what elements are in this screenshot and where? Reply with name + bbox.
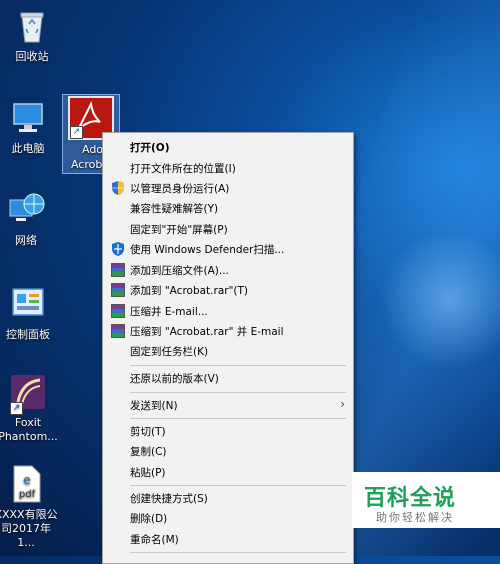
- menu-item-add-to-acrobat-rar[interactable]: 添加到 "Acrobat.rar"(T): [103, 280, 353, 300]
- context-menu: 打开(O) 打开文件所在的位置(I) 以管理员身份运行(A) 兼容性疑难解答(Y…: [102, 132, 354, 564]
- foxit-logo-icon: ↗: [8, 372, 48, 415]
- menu-separator: [130, 392, 346, 393]
- uac-shield-icon: [112, 181, 124, 195]
- desktop-icon-label: 回收站: [15, 50, 49, 63]
- desktop-icon-foxit-phantom[interactable]: ↗ Foxit Phantom...: [0, 372, 60, 444]
- menu-item-restore-previous-versions[interactable]: 还原以前的版本(V): [103, 368, 353, 388]
- winrar-icon: [111, 304, 125, 318]
- menu-item-paste[interactable]: 粘贴(P): [103, 462, 353, 482]
- menu-separator: [130, 365, 346, 366]
- menu-separator: [130, 485, 346, 486]
- chevron-right-icon: ›: [340, 397, 345, 411]
- menu-item-compress-to-rar-and-email[interactable]: 压缩到 "Acrobat.rar" 并 E-mail: [103, 321, 353, 341]
- menu-item-compat-troubleshoot[interactable]: 兼容性疑难解答(Y): [103, 198, 353, 218]
- menu-item-pin-to-start[interactable]: 固定到"开始"屏幕(P): [103, 219, 353, 239]
- computer-icon: [8, 98, 48, 138]
- menu-item-add-to-archive[interactable]: 添加到压缩文件(A)...: [103, 260, 353, 280]
- menu-item-create-shortcut[interactable]: 创建快捷方式(S): [103, 488, 353, 508]
- desktop-icon-label: 网络: [15, 234, 37, 247]
- svg-text:pdf: pdf: [19, 489, 36, 500]
- menu-item-pin-to-taskbar[interactable]: 固定到任务栏(K): [103, 341, 353, 361]
- desktop-icon-label: Phantom...: [0, 430, 58, 443]
- desktop-icon-label: 控制面板: [6, 328, 50, 341]
- shortcut-arrow-icon: ↗: [70, 126, 83, 139]
- menu-item-open[interactable]: 打开(O): [103, 137, 353, 157]
- desktop-icon-label: 司2017年1...: [1, 522, 51, 549]
- winrar-icon: [111, 283, 125, 297]
- control-panel-icon: [8, 284, 48, 324]
- watermark-title: 百科全说: [364, 486, 457, 511]
- desktop-icon-label: Foxit: [14, 416, 42, 429]
- pdf-file-icon: e pdf: [6, 464, 46, 504]
- menu-separator: [130, 552, 346, 553]
- watermark-subtitle: 助你轻松解决: [376, 511, 454, 524]
- desktop-icon-network[interactable]: 网络: [0, 190, 58, 248]
- desktop-icon-label: 此电脑: [11, 142, 45, 155]
- menu-item-send-to[interactable]: 发送到(N) ›: [103, 395, 353, 415]
- wallpaper-glow: [380, 230, 500, 370]
- winrar-icon: [111, 263, 125, 277]
- recycle-bin-icon: [12, 6, 52, 46]
- network-globe-icon: [6, 190, 46, 230]
- desktop-icon-pdf-file[interactable]: e pdf XXXX有限公 司2017年1...: [0, 464, 58, 550]
- desktop-icon-label: XXXX有限公: [0, 508, 58, 521]
- menu-item-compress-and-email[interactable]: 压缩并 E-mail...: [103, 301, 353, 321]
- desktop-icon-this-pc[interactable]: 此电脑: [0, 98, 60, 156]
- menu-item-cut[interactable]: 剪切(T): [103, 421, 353, 441]
- menu-item-copy[interactable]: 复制(C): [103, 441, 353, 461]
- menu-item-defender-scan[interactable]: 使用 Windows Defender扫描...: [103, 239, 353, 259]
- defender-icon: [112, 242, 124, 256]
- menu-separator: [130, 418, 346, 419]
- site-watermark: 百科全说 助你轻松解决: [352, 472, 500, 528]
- desktop-icon-control-panel[interactable]: 控制面板: [0, 284, 60, 342]
- menu-item-run-as-admin[interactable]: 以管理员身份运行(A): [103, 178, 353, 198]
- shortcut-arrow-icon: ↗: [10, 402, 23, 415]
- menu-item-delete[interactable]: 删除(D): [103, 508, 353, 528]
- svg-text:e: e: [23, 473, 30, 487]
- menu-item-open-file-location[interactable]: 打开文件所在的位置(I): [103, 158, 353, 178]
- winrar-icon: [111, 324, 125, 338]
- desktop-icon-recycle-bin[interactable]: 回收站: [0, 6, 64, 64]
- menu-item-rename[interactable]: 重命名(M): [103, 529, 353, 549]
